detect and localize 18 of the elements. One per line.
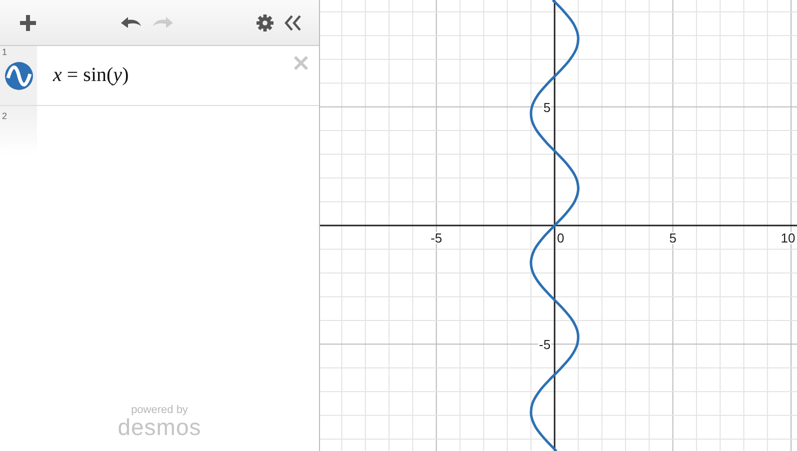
double-chevron-icon <box>284 14 302 32</box>
wave-icon[interactable] <box>4 62 32 90</box>
x-tick-label: 5 <box>669 230 676 246</box>
x-tick-label: -5 <box>430 230 442 246</box>
powered-by-text: powered by <box>131 405 188 416</box>
x-tick-label: 0 <box>556 230 564 246</box>
y-tick-label: -5 <box>539 337 551 352</box>
expression-formula[interactable]: x = sin(y) <box>53 64 129 87</box>
redo-icon <box>152 14 174 30</box>
logo-text: desmos <box>118 416 202 439</box>
expression-number: 2 <box>2 111 8 121</box>
undo-icon <box>120 14 142 30</box>
y-tick-label: 5 <box>543 100 551 115</box>
plus-icon <box>19 14 37 32</box>
x-tick-label: 10 <box>780 230 796 246</box>
gear-icon <box>256 14 274 32</box>
graph-canvas[interactable]: -5 0 5 10 -5 5 <box>320 0 797 451</box>
expression-number: 1 <box>2 47 8 57</box>
